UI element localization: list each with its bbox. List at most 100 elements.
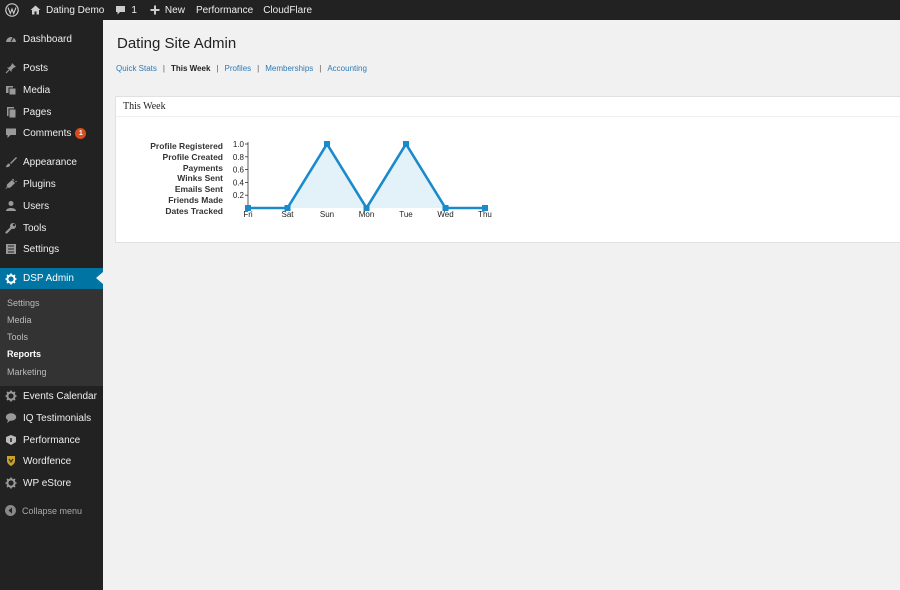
sidebar-item-appearance[interactable]: Appearance	[0, 151, 103, 173]
sidebar-item-wp-estore[interactable]: WP eStore	[0, 472, 103, 494]
subnav-separator: |	[319, 64, 322, 73]
sidebar-item-label: Plugins	[23, 178, 56, 190]
sidebar-item-posts[interactable]: Posts	[0, 57, 103, 79]
subnav-accounting[interactable]: Accounting	[327, 64, 367, 73]
collapse-menu-button[interactable]: Collapse menu	[5, 505, 82, 516]
gear-icon	[5, 273, 17, 285]
sidebar-item-label: Appearance	[23, 156, 77, 168]
performance-link[interactable]: Performance	[190, 0, 258, 20]
sidebar-item-dsp-admin[interactable]: DSP Admin	[0, 268, 103, 289]
sidebar-item-plugins[interactable]: Plugins	[0, 173, 103, 195]
this-week-box: This Week Profile Registered Profile Cre…	[115, 96, 900, 243]
sidebar-item-label: Tools	[23, 222, 47, 234]
cloudflare-link[interactable]: CloudFlare	[258, 0, 317, 20]
settings-icon	[5, 243, 17, 255]
site-name-link[interactable]: Dating Demo	[22, 0, 109, 20]
subnav-this-week[interactable]: This Week	[171, 64, 210, 73]
collapse-menu-label: Collapse menu	[22, 505, 83, 516]
sidebar-item-tools[interactable]: Tools	[0, 217, 103, 239]
sidebar-item-events-calendar[interactable]: Events Calendar	[0, 385, 103, 407]
main-content: Dating Site Admin Quick Stats | This Wee…	[103, 20, 900, 590]
sidebar-item-label: Posts	[23, 62, 49, 74]
legend-dates-tracked: Dates Tracked	[165, 205, 223, 216]
new-content-link[interactable]: New	[142, 0, 190, 20]
y-tick-label: 0.4	[233, 178, 245, 187]
wordfence-icon	[5, 455, 17, 467]
submenu-item-marketing[interactable]: Marketing	[7, 367, 47, 377]
comments-count: 1	[131, 4, 137, 16]
subnav-separator: |	[257, 64, 260, 73]
subnav-memberships[interactable]: Memberships	[265, 64, 313, 73]
comments-link[interactable]: 1	[109, 0, 142, 20]
sidebar-item-performance[interactable]: Performance	[0, 429, 103, 451]
paintbrush-icon	[5, 156, 17, 168]
y-tick-label: 0.8	[233, 153, 245, 162]
sidebar-item-comments[interactable]: Comments 1	[0, 122, 103, 144]
y-tick-label: 0.2	[233, 191, 245, 200]
plugin-icon	[5, 178, 17, 190]
series-line	[248, 141, 485, 211]
home-icon	[30, 5, 41, 15]
new-label: New	[164, 4, 185, 16]
sidebar-item-label: WP eStore	[23, 477, 72, 489]
legend-emails-sent: Emails Sent	[174, 184, 223, 195]
sidebar-item-label: Settings	[23, 243, 60, 255]
sidebar-item-iq-testimonials[interactable]: IQ Testimonials	[0, 407, 103, 429]
sidebar-item-wordfence[interactable]: Wordfence	[0, 450, 103, 472]
sidebar-item-label: Users	[23, 200, 50, 212]
x-tick-label: Thu	[478, 210, 492, 219]
data-point	[403, 141, 409, 147]
sidebar-item-dashboard[interactable]: Dashboard	[0, 28, 103, 50]
report-subnav: Quick Stats | This Week | Profiles | Mem…	[116, 64, 367, 73]
legend-payments: Payments	[182, 162, 223, 173]
x-tick-label: Mon	[359, 210, 375, 219]
subnav-separator: |	[162, 64, 165, 73]
sidebar-item-label: IQ Testimonials	[23, 412, 92, 424]
performance-icon	[5, 434, 17, 446]
chart-legend: Profile Registered Profile Created Payme…	[143, 141, 223, 217]
sidebar-item-label: Pages	[23, 106, 52, 118]
comments-badge: 1	[75, 127, 87, 139]
submenu-item-settings[interactable]: Settings	[7, 298, 40, 308]
collapse-arrow-icon	[5, 505, 16, 516]
sidebar-item-media[interactable]: Media	[0, 79, 103, 101]
subnav-quick-stats[interactable]: Quick Stats	[116, 64, 157, 73]
box-title: This Week	[116, 97, 900, 117]
x-tick-label: Wed	[437, 210, 453, 219]
dsp-admin-submenu: Settings Media Tools Reports Marketing	[0, 289, 103, 386]
x-tick-label: Tue	[399, 210, 413, 219]
gear-icon	[5, 477, 17, 489]
admin-sidebar: Dashboard Posts Media Pages Comments 1 A…	[0, 20, 103, 590]
sidebar-item-label: Performance	[23, 434, 81, 446]
subnav-profiles[interactable]: Profiles	[224, 64, 251, 73]
submenu-item-reports[interactable]: Reports	[7, 349, 41, 359]
y-tick-label: 0.6	[233, 166, 245, 175]
sidebar-item-label: Events Calendar	[23, 390, 97, 402]
legend-friends-made: Friends Made	[168, 194, 223, 205]
y-tick-label: 1.0	[233, 140, 245, 149]
pages-icon	[5, 106, 17, 118]
subnav-separator: |	[216, 64, 219, 73]
sidebar-item-label: DSP Admin	[23, 273, 74, 284]
sidebar-item-label: Dashboard	[23, 33, 72, 45]
sidebar-item-settings[interactable]: Settings	[0, 238, 103, 260]
sidebar-item-label: Media	[23, 84, 51, 96]
pin-icon	[5, 62, 17, 74]
sidebar-item-label: Comments	[23, 127, 72, 139]
dashboard-icon	[5, 33, 17, 45]
x-tick-label: Sun	[320, 210, 334, 219]
media-icon	[5, 84, 17, 96]
site-name-label: Dating Demo	[46, 4, 105, 16]
admin-bar: Dating Demo 1 New Performance CloudFlare	[0, 0, 900, 20]
legend-winks-sent: Winks Sent	[177, 173, 223, 184]
wrench-icon	[5, 222, 17, 234]
data-point	[324, 141, 330, 147]
sidebar-item-pages[interactable]: Pages	[0, 101, 103, 123]
plus-icon	[150, 5, 160, 15]
submenu-item-media[interactable]: Media	[7, 315, 32, 325]
submenu-item-tools[interactable]: Tools	[7, 332, 28, 342]
sidebar-item-users[interactable]: Users	[0, 195, 103, 217]
wordpress-logo-icon[interactable]	[0, 0, 22, 20]
gear-icon	[5, 390, 17, 402]
comment-icon	[115, 5, 126, 15]
